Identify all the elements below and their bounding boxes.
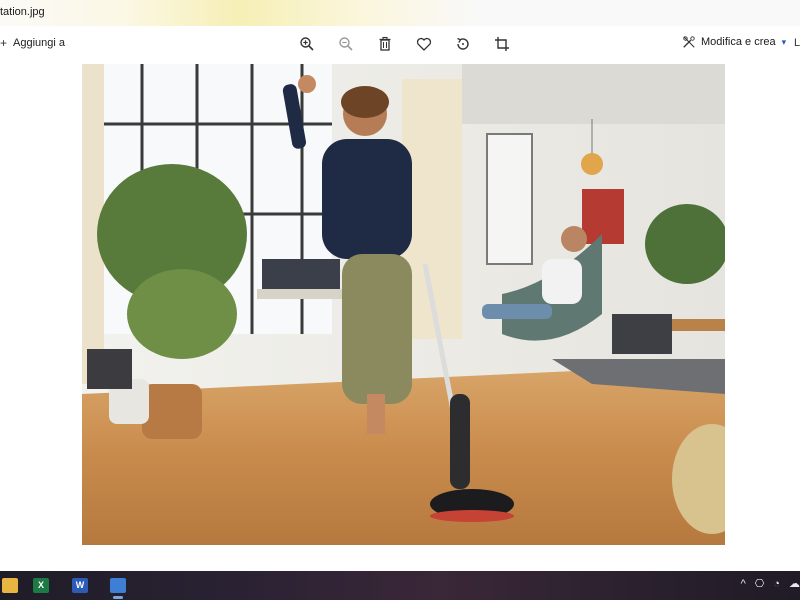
trash-icon[interactable] bbox=[375, 34, 395, 54]
edit-and-create-button[interactable]: Modifica e crea ▾ bbox=[682, 35, 786, 49]
title-bar: tation.jpg bbox=[0, 0, 800, 26]
heart-icon[interactable] bbox=[414, 34, 434, 54]
excel-app[interactable]: X bbox=[31, 575, 51, 595]
photos-app[interactable] bbox=[108, 575, 128, 595]
photo-scene bbox=[82, 64, 725, 545]
add-to-button[interactable]: + Aggiungi a bbox=[0, 36, 65, 50]
zoom-out-icon[interactable] bbox=[336, 34, 356, 54]
edit-create-icon bbox=[683, 36, 695, 48]
edit-and-create-label: Modifica e crea bbox=[701, 36, 776, 48]
rotate-icon[interactable] bbox=[453, 34, 473, 54]
toolbar-icon-group bbox=[297, 34, 531, 54]
plus-icon: + bbox=[0, 36, 8, 50]
word-icon: W bbox=[72, 577, 88, 593]
cloud-icon[interactable]: ☁ bbox=[789, 577, 800, 590]
photos-icon bbox=[110, 577, 126, 593]
wifi-icon[interactable]: ◔ bbox=[773, 578, 780, 590]
more-options-icon[interactable]: L bbox=[794, 37, 800, 49]
zoom-in-icon[interactable] bbox=[297, 34, 317, 54]
taskbar: X W ^ ⎔ ◔ ☁ bbox=[0, 571, 800, 600]
photo-image bbox=[82, 64, 725, 545]
excel-icon: X bbox=[33, 577, 49, 593]
system-tray: ^ ⎔ ◔ ☁ bbox=[732, 577, 800, 591]
file-explorer-app[interactable] bbox=[0, 575, 20, 595]
chevron-down-icon: ▾ bbox=[781, 36, 787, 47]
toolbar: + Aggiungi a Modifica e crea ▾ L bbox=[0, 26, 800, 62]
active-app-indicator bbox=[113, 596, 123, 599]
folder-icon bbox=[2, 577, 18, 593]
word-app[interactable]: W bbox=[70, 575, 90, 595]
tray-chevron-icon[interactable]: ^ bbox=[741, 578, 746, 590]
meet-icon[interactable]: ⎔ bbox=[755, 577, 765, 590]
add-to-label: Aggiungi a bbox=[13, 37, 66, 49]
crop-icon[interactable] bbox=[492, 34, 512, 54]
window-title: tation.jpg bbox=[0, 6, 45, 18]
